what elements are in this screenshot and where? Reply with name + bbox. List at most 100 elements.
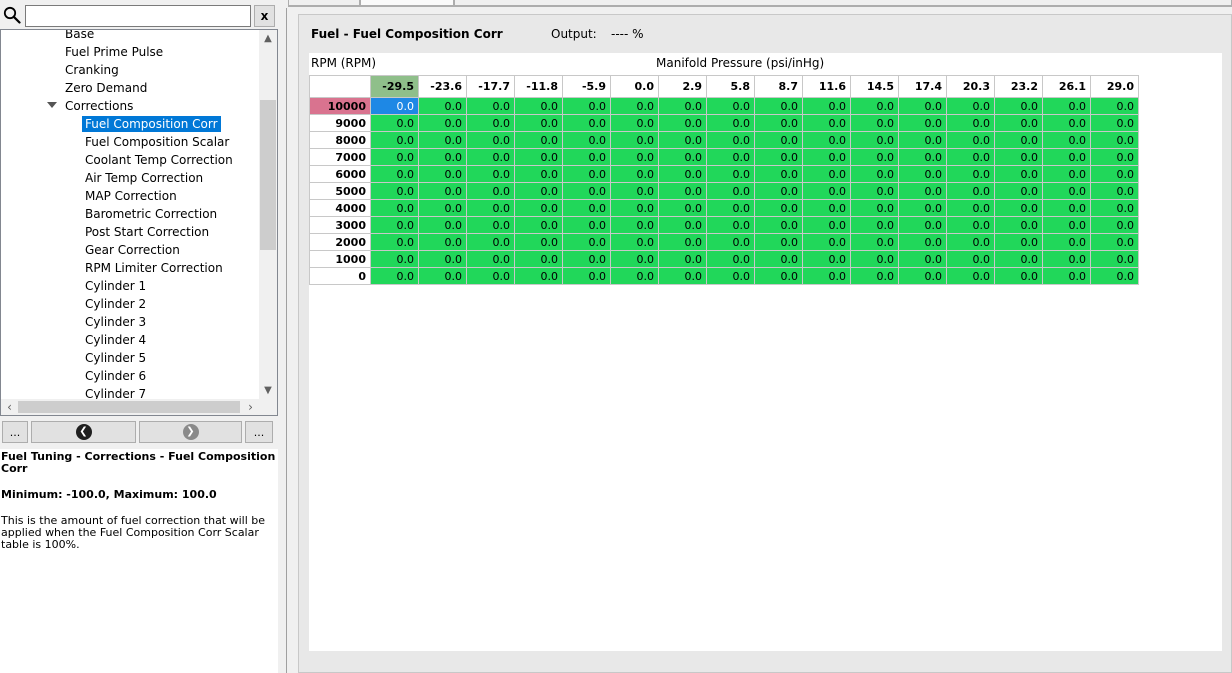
table-cell[interactable]: 0.0	[850, 114, 899, 132]
clear-search-button[interactable]: x	[254, 5, 275, 27]
tree-item-cranking[interactable]: Cranking	[62, 62, 122, 78]
table-cell[interactable]: 0.0	[802, 148, 851, 166]
table-cell[interactable]: 0.0	[1090, 131, 1139, 149]
vertical-scroll-thumb[interactable]	[260, 100, 276, 250]
table-cell[interactable]: 0.0	[706, 267, 755, 285]
y-axis-header[interactable]: 8000	[309, 131, 371, 149]
y-axis-header[interactable]: 2000	[309, 233, 371, 251]
table-cell[interactable]: 0.0	[754, 250, 803, 268]
tree-item-gear-correction[interactable]: Gear Correction	[82, 242, 183, 258]
table-cell[interactable]: 0.0	[658, 114, 707, 132]
table-cell[interactable]: 0.0	[946, 97, 995, 115]
table-cell[interactable]: 0.0	[850, 131, 899, 149]
y-axis-header[interactable]: 10000	[309, 97, 371, 115]
panel-splitter[interactable]	[278, 0, 286, 673]
tree-item-map-correction[interactable]: MAP Correction	[82, 188, 180, 204]
table-cell[interactable]: 0.0	[370, 250, 419, 268]
table-cell[interactable]: 0.0	[658, 131, 707, 149]
tree-item-base[interactable]: Base	[62, 30, 97, 42]
table-cell[interactable]: 0.0	[850, 182, 899, 200]
table-cell[interactable]: 0.0	[562, 233, 611, 251]
table-cell[interactable]: 0.0	[418, 233, 467, 251]
tree-item-fuel-composition-scalar[interactable]: Fuel Composition Scalar	[82, 134, 232, 150]
table-cell[interactable]: 0.0	[946, 216, 995, 234]
table-cell[interactable]: 0.0	[898, 250, 947, 268]
table-cell[interactable]: 0.0	[370, 267, 419, 285]
table-cell[interactable]: 0.0	[610, 267, 659, 285]
table-cell[interactable]: 0.0	[1042, 148, 1091, 166]
tree-item-cylinder-5[interactable]: Cylinder 5	[82, 350, 149, 366]
table-cell[interactable]: 0.0	[946, 199, 995, 217]
tree-item-cylinder-1[interactable]: Cylinder 1	[82, 278, 149, 294]
table-cell[interactable]: 0.0	[706, 233, 755, 251]
table-cell[interactable]: 0.0	[946, 233, 995, 251]
table-cell[interactable]: 0.0	[562, 114, 611, 132]
table-cell[interactable]: 0.0	[370, 233, 419, 251]
table-cell[interactable]: 0.0	[802, 199, 851, 217]
table-cell[interactable]: 0.0	[754, 233, 803, 251]
table-cell[interactable]: 0.0	[658, 216, 707, 234]
table-cell[interactable]: 0.0	[370, 131, 419, 149]
table-cell[interactable]: 0.0	[1090, 114, 1139, 132]
table-cell[interactable]: 0.0	[994, 233, 1043, 251]
table-cell[interactable]: 0.0	[610, 250, 659, 268]
table-cell[interactable]: 0.0	[706, 148, 755, 166]
table-cell[interactable]: 0.0	[562, 199, 611, 217]
table-cell[interactable]: 0.0	[610, 97, 659, 115]
table-cell[interactable]: 0.0	[1090, 148, 1139, 166]
x-axis-header[interactable]: 11.6	[802, 75, 851, 98]
table-cell[interactable]: 0.0	[514, 216, 563, 234]
table-cell[interactable]: 0.0	[898, 199, 947, 217]
scroll-up-icon[interactable]: ▲	[259, 30, 277, 47]
table-cell[interactable]: 0.0	[994, 114, 1043, 132]
back-button[interactable]: ❮	[31, 421, 136, 443]
table-cell[interactable]: 0.0	[946, 165, 995, 183]
tree-item-cylinder-2[interactable]: Cylinder 2	[82, 296, 149, 312]
table-cell[interactable]: 0.0	[898, 233, 947, 251]
more-left-button[interactable]: ...	[2, 421, 28, 443]
table-cell[interactable]: 0.0	[1090, 250, 1139, 268]
table-cell[interactable]: 0.0	[898, 182, 947, 200]
table-cell[interactable]: 0.0	[946, 131, 995, 149]
table-cell[interactable]: 0.0	[562, 148, 611, 166]
table-cell[interactable]: 0.0	[466, 182, 515, 200]
table-cell[interactable]: 0.0	[658, 233, 707, 251]
table-cell[interactable]: 0.0	[994, 148, 1043, 166]
table-cell[interactable]: 0.0	[850, 97, 899, 115]
more-right-button[interactable]: ...	[245, 421, 273, 443]
table-cell[interactable]: 0.0	[994, 165, 1043, 183]
table-cell[interactable]: 0.0	[1090, 97, 1139, 115]
y-axis-header[interactable]: 5000	[309, 182, 371, 200]
table-cell[interactable]: 0.0	[898, 114, 947, 132]
y-axis-header[interactable]: 6000	[309, 165, 371, 183]
table-cell[interactable]: 0.0	[706, 182, 755, 200]
table-cell[interactable]: 0.0	[562, 216, 611, 234]
table-cell[interactable]: 0.0	[754, 182, 803, 200]
x-axis-header[interactable]: 2.9	[658, 75, 707, 98]
table-cell[interactable]: 0.0	[466, 233, 515, 251]
x-axis-header[interactable]: 20.3	[946, 75, 995, 98]
tree-item-barometric-correction[interactable]: Barometric Correction	[82, 206, 220, 222]
table-cell[interactable]: 0.0	[850, 267, 899, 285]
table-cell[interactable]: 0.0	[562, 182, 611, 200]
table-cell[interactable]: 0.0	[946, 148, 995, 166]
table-cell[interactable]: 0.0	[754, 216, 803, 234]
table-cell[interactable]: 0.0	[1042, 182, 1091, 200]
table-cell[interactable]: 0.0	[802, 97, 851, 115]
table-cell[interactable]: 0.0	[466, 267, 515, 285]
table-cell[interactable]: 0.0	[754, 148, 803, 166]
table-cell[interactable]: 0.0	[418, 148, 467, 166]
x-axis-header[interactable]: -17.7	[466, 75, 515, 98]
table-cell[interactable]: 0.0	[850, 199, 899, 217]
y-axis-header[interactable]: 4000	[309, 199, 371, 217]
table-cell[interactable]: 0.0	[562, 165, 611, 183]
table-cell[interactable]: 0.0	[1042, 233, 1091, 251]
tree-item-rpm-limiter-correction[interactable]: RPM Limiter Correction	[82, 260, 226, 276]
table-cell[interactable]: 0.0	[1090, 165, 1139, 183]
table-cell[interactable]: 0.0	[1090, 199, 1139, 217]
table-cell[interactable]: 0.0	[946, 250, 995, 268]
table-cell[interactable]: 0.0	[802, 165, 851, 183]
table-cell[interactable]: 0.0	[802, 216, 851, 234]
table-cell[interactable]: 0.0	[418, 131, 467, 149]
table-cell[interactable]: 0.0	[898, 148, 947, 166]
